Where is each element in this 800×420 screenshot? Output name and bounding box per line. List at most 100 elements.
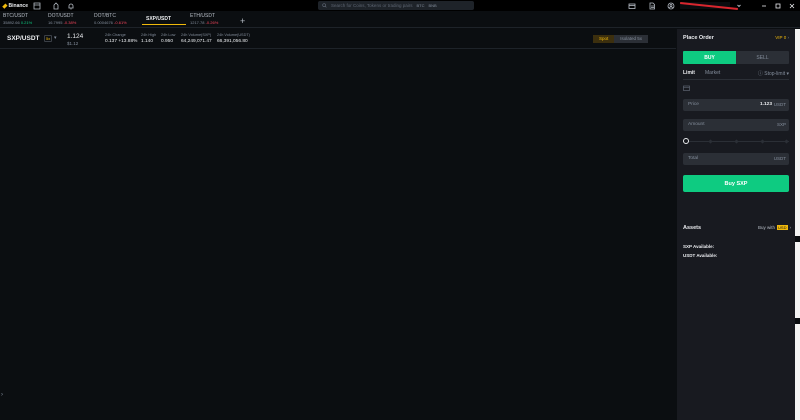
tab-price: 1217.78: [190, 20, 205, 25]
stat-value: 0.137 +13.88%: [105, 39, 138, 44]
buy-with-label: Buy with: [758, 225, 776, 230]
stat-label: 24h Low: [161, 33, 176, 37]
info-icon: ⓘ: [757, 71, 763, 77]
market-tabs: BTC/USDT 35892.66 0.21% DOT/USDT 16.7995…: [0, 11, 800, 28]
available-label: SXP Available:: [683, 244, 715, 249]
order-type-tabs: Limit Market ⓘ Stop-limit ▾: [683, 70, 789, 77]
tab-dot-btc[interactable]: DOT/BTC 0.0004676 -0.61%: [94, 13, 127, 25]
stat-24h-change: 24h Change 0.137 +13.88%: [105, 33, 137, 44]
stat-value: 66,391,056.80: [217, 39, 248, 44]
margin-mode-tabs: Spot Isolated 5x: [593, 35, 649, 43]
tab-btc-usdt[interactable]: BTC/USDT 35892.66 0.21%: [3, 13, 32, 25]
maximize-icon[interactable]: [772, 0, 784, 11]
chart-area[interactable]: [0, 49, 676, 420]
chevron-right-icon: ›: [787, 35, 790, 40]
stop-limit-dropdown[interactable]: ⓘ Stop-limit ▾: [758, 70, 789, 77]
order-panel: Place Order VIP 0 › BUY SELL Limit Marke…: [677, 29, 795, 420]
slider-tick[interactable]: [734, 138, 739, 144]
orders-icon[interactable]: [646, 0, 658, 11]
buy-sxp-button[interactable]: Buy SXP: [683, 175, 789, 192]
search-bar[interactable]: Search for Coins, Tokens or trading pair…: [318, 1, 474, 10]
search-icon: [322, 3, 327, 8]
tab-limit[interactable]: Limit: [683, 70, 695, 76]
app-name: Binance: [8, 2, 28, 9]
slider-tick[interactable]: [760, 138, 765, 144]
stat-label: 24h Volume(USDT): [217, 33, 250, 37]
sxp-available: SXP Available:: [683, 244, 714, 249]
stat-24h-volume-usdt: 24h Volume(USDT) 66,391,056.80: [217, 33, 250, 44]
search-chip-bnb[interactable]: BNB: [428, 3, 436, 8]
chevron-down-icon[interactable]: [733, 0, 745, 11]
slider-tick[interactable]: [708, 138, 713, 144]
vip-level[interactable]: VIP 0 ›: [775, 35, 789, 40]
price-value: 1.123: [759, 102, 772, 107]
usd-price: $1.12: [67, 41, 79, 46]
tab-pair: ETH/USDT: [190, 13, 215, 19]
chevron-down-icon: ▾: [786, 71, 789, 77]
price-unit: USDT: [773, 102, 786, 107]
account-icon[interactable]: [665, 0, 677, 11]
add-tab-button[interactable]: +: [240, 16, 245, 26]
right-edge-marker: [795, 318, 800, 324]
expand-arrow-icon[interactable]: ›: [1, 392, 3, 398]
amount-input[interactable]: Amount SXP: [683, 119, 789, 131]
buy-sell-tabs: BUY SELL: [683, 51, 789, 64]
tab-change: -0.38%: [63, 20, 77, 25]
slider-tick[interactable]: [784, 138, 789, 144]
vip-label: VIP 0: [775, 35, 787, 40]
wallet-icon[interactable]: [626, 0, 638, 11]
tab-dot-usdt[interactable]: DOT/USDT 16.7995 -0.38%: [48, 13, 76, 25]
tab-pair: DOT/BTC: [94, 13, 116, 19]
tab-spot[interactable]: Spot: [593, 35, 615, 43]
tab-pair: DOT/USDT: [48, 13, 74, 19]
tab-change: -0.61%: [114, 20, 127, 25]
stat-label: 24h High: [141, 33, 157, 37]
amount-unit: SXP: [776, 122, 786, 127]
available-label: USDT Available:: [683, 253, 718, 258]
tab-market[interactable]: Market: [705, 70, 720, 76]
symbol-dropdown-icon[interactable]: ▾: [54, 35, 57, 41]
active-tab-indicator: [142, 24, 186, 25]
search-chip-btc[interactable]: BTC: [416, 3, 424, 8]
currency-badge: USD: [777, 225, 788, 230]
brand: Binance: [0, 3, 28, 9]
stat-24h-volume-sxp: 24h Volume(SXP) 64,249,071.47: [181, 33, 212, 44]
buy-tab[interactable]: BUY: [683, 51, 736, 64]
stat-value: 64,249,071.47: [181, 39, 212, 44]
binance-logo-icon: [2, 2, 8, 9]
search-placeholder: Search for Coins, Tokens or trading pair…: [331, 3, 413, 8]
chevron-right-icon: ›: [789, 225, 792, 230]
amount-label: Amount: [688, 122, 705, 127]
tab-change: -0.26%: [205, 20, 219, 25]
order-panel-title: Place Order: [683, 35, 714, 41]
amount-percent-slider[interactable]: [683, 138, 789, 144]
stat-24h-high: 24h High 1.140: [141, 33, 156, 44]
tab-price: 16.7995: [48, 20, 63, 25]
leverage-badge: 5x: [44, 35, 53, 42]
slider-handle[interactable]: [683, 138, 689, 144]
close-icon[interactable]: [786, 0, 798, 11]
usdt-available: USDT Available:: [683, 253, 717, 258]
bell-icon[interactable]: [65, 0, 77, 11]
layout-icon[interactable]: [31, 0, 43, 11]
stat-label: 24h Change: [105, 33, 126, 37]
tab-price: 0.0004676: [94, 20, 113, 25]
buy-with-link[interactable]: Buy with USD ›: [758, 225, 791, 230]
tab-isolated[interactable]: Isolated 5x: [614, 35, 649, 43]
tab-pair: SXP/USDT: [146, 16, 172, 22]
price-input[interactable]: Price 1.123 USDT: [683, 99, 789, 111]
total-input[interactable]: Total USDT: [683, 153, 789, 165]
total-unit: USDT: [773, 156, 786, 161]
tab-eth-usdt[interactable]: ETH/USDT 1217.78 -0.26%: [190, 13, 218, 25]
tab-sxp-usdt[interactable]: SXP/USDT: [146, 16, 171, 22]
minimize-icon[interactable]: [758, 0, 770, 11]
sell-tab[interactable]: SELL: [736, 51, 789, 64]
news-icon[interactable]: [50, 0, 62, 11]
right-edge-marker: [795, 236, 800, 242]
stat-value: 1.140: [141, 39, 154, 44]
tab-stop-limit: Stop-limit: [764, 71, 786, 77]
wallet-icon: [683, 85, 690, 91]
tab-price: 35892.66: [3, 20, 20, 25]
symbol-title[interactable]: SXP/USDT: [7, 35, 40, 42]
stat-label: 24h Volume(SXP): [181, 33, 212, 37]
